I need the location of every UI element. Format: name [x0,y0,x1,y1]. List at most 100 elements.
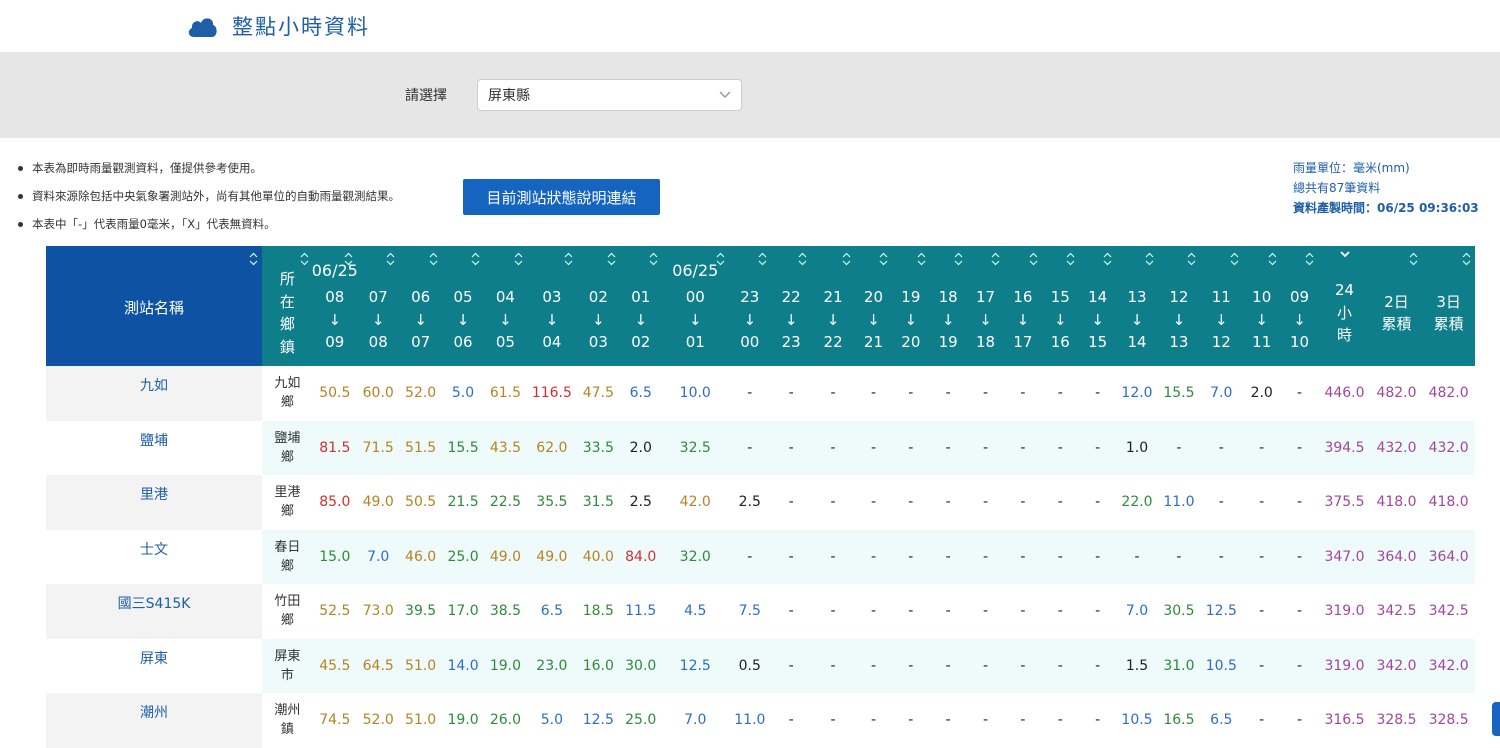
station-name-link[interactable]: 潮州 [46,693,263,748]
rain-value-cell: 16.0 [577,638,620,693]
hour-header[interactable]: 23 ↓ 00 [728,246,771,366]
rain-value-cell: 50.5 [312,366,358,421]
hour-arrow: ↓ [904,310,918,329]
station-name-link[interactable]: 鹽埔 [46,420,263,475]
rain-value-cell: 17.0 [441,584,485,639]
rain-value-cell: 81.5 [312,420,358,475]
rain-value-cell: 10.5 [1200,638,1243,693]
hour-header[interactable]: 18 ↓ 19 [929,246,967,366]
rainfall-table-wrap: 測站名稱 所在鄉鎮 08 ↓ 09 06/25 07 ↓ 08 06 ↓ 07 05 ↓ 06 04 ↓ 05 03… [46,246,1475,748]
station-name-header[interactable]: 測站名稱 [46,246,263,366]
hour-header[interactable]: 14 ↓ 15 [1078,246,1117,366]
hour-header[interactable]: 17 ↓ 18 [966,246,1005,366]
rain-value-cell: - [1242,584,1281,639]
total-value-cell: 342.5 [1370,584,1423,639]
hour-start: 16 [1013,288,1033,307]
rain-value-cell: - [728,420,771,475]
sort-icon [300,252,309,266]
hour-header[interactable]: 21 ↓ 22 [811,246,855,366]
hour-header[interactable]: 09 ↓ 10 [1280,246,1319,366]
sort-icon [1066,252,1075,266]
hour-header[interactable]: 13 ↓ 14 [1116,246,1158,366]
hour-header[interactable]: 00 ↓ 01 06/25 [661,246,729,366]
station-name-link[interactable]: 屏東 [46,638,263,693]
total-value-cell: 328.5 [1370,693,1423,748]
total-value-cell: 432.0 [1422,420,1475,475]
rain-value-cell: 14.0 [441,638,485,693]
hour-header[interactable]: 19 ↓ 20 [892,246,930,366]
rain-value-cell: - [1041,638,1079,693]
hour-header[interactable]: 15 ↓ 16 [1041,246,1079,366]
rain-value-cell: - [892,693,930,748]
total-header[interactable]: 3日累積 [1422,246,1475,366]
hour-header[interactable]: 06 ↓ 07 [399,246,442,366]
hour-range-label: 22 ↓ 23 [771,262,811,354]
hour-header[interactable]: 02 ↓ 03 [577,246,620,366]
rain-value-cell: - [1004,420,1042,475]
hour-header[interactable]: 08 ↓ 09 06/25 [312,246,358,366]
hour-end: 07 [411,333,431,352]
hour-header[interactable]: 16 ↓ 17 [1004,246,1042,366]
rain-value-cell: - [811,584,855,639]
sort-icon [249,252,258,266]
rain-value-cell: - [1078,420,1117,475]
sort-icon [471,252,480,266]
station-name-link[interactable]: 國三S415K [46,584,263,639]
station-name-link[interactable]: 士文 [46,529,263,584]
rain-value-cell: - [1280,638,1319,693]
town-text: 鹽埔鄉 [274,430,301,465]
town-header[interactable]: 所在鄉鎮 [262,246,313,366]
county-select[interactable]: 屏東縣 [477,79,742,111]
sort-icon [1103,252,1112,266]
rain-value-cell: 51.0 [399,638,442,693]
hour-end: 15 [1088,333,1108,352]
side-scroll-tab[interactable] [1492,702,1500,736]
hour-arrow: ↓ [328,310,342,329]
rain-value-cell: 1.0 [1116,420,1158,475]
rain-value-cell: 74.5 [312,693,358,748]
hour-header[interactable]: 20 ↓ 21 [854,246,893,366]
hour-header[interactable]: 11 ↓ 12 [1200,246,1243,366]
total-value-cell: 342.0 [1370,638,1423,693]
hour-header[interactable]: 07 ↓ 08 [357,246,400,366]
chevron-down-icon [719,91,731,98]
town-text: 竹田鄉 [274,594,301,629]
station-name-link[interactable]: 里港 [46,475,263,530]
rain-value-cell: - [1004,638,1042,693]
rain-value-cell: - [929,366,967,421]
rain-value-cell: 47.5 [577,366,620,421]
rain-value-cell: - [770,475,812,530]
total-header[interactable]: 2日累積 [1370,246,1423,366]
rain-value-cell: 11.5 [619,584,662,639]
hour-header[interactable]: 12 ↓ 13 [1157,246,1201,366]
rain-value-cell: - [770,529,812,584]
hour-range-label: 04 ↓ 05 [484,262,526,354]
hour-arrow: ↓ [371,310,385,329]
hour-end: 06 [453,333,473,352]
rain-value-cell: - [1242,475,1281,530]
hour-header[interactable]: 10 ↓ 11 [1242,246,1281,366]
hour-start: 00 [685,288,705,307]
total-value-cell: 319.0 [1318,584,1371,639]
total-value-cell: 446.0 [1318,366,1371,421]
notes-list: 本表為即時雨量觀測資料，僅提供參考使用。 資料來源除包括中央氣象署測站外，尚有其… [18,158,400,242]
table-row: 鹽埔 鹽埔鄉 81.5 71.5 51.5 15.5 43.5 62.0 33.5 2.0 32.5… [46,420,1475,475]
hour-header[interactable]: 22 ↓ 23 [770,246,812,366]
hour-header[interactable]: 01 ↓ 02 [619,246,662,366]
hour-range-label: 16 ↓ 17 [1004,262,1041,354]
station-name-link[interactable]: 九如 [46,366,263,421]
station-status-link-button[interactable]: 目前測站狀態說明連結 [463,179,660,215]
hour-header[interactable]: 03 ↓ 04 [526,246,578,366]
rain-value-cell: 43.5 [484,420,527,475]
rain-value-cell: - [1242,420,1281,475]
town-cell: 鹽埔鄉 [262,420,313,475]
hour-header[interactable]: 05 ↓ 06 [441,246,485,366]
hour-arrow: ↓ [456,310,470,329]
town-text: 潮州鎮 [274,703,301,738]
note-item: 資料來源除包括中央氣象署測站外，尚有其他單位的自動雨量觀測結果。 [18,186,400,214]
hour-header[interactable]: 04 ↓ 05 [484,246,527,366]
hour-start: 08 [325,288,345,307]
hour-range-label: 13 ↓ 14 [1116,262,1157,354]
rain-value-cell: 15.5 [1157,366,1201,421]
total-header[interactable]: 24小時 [1318,246,1371,366]
